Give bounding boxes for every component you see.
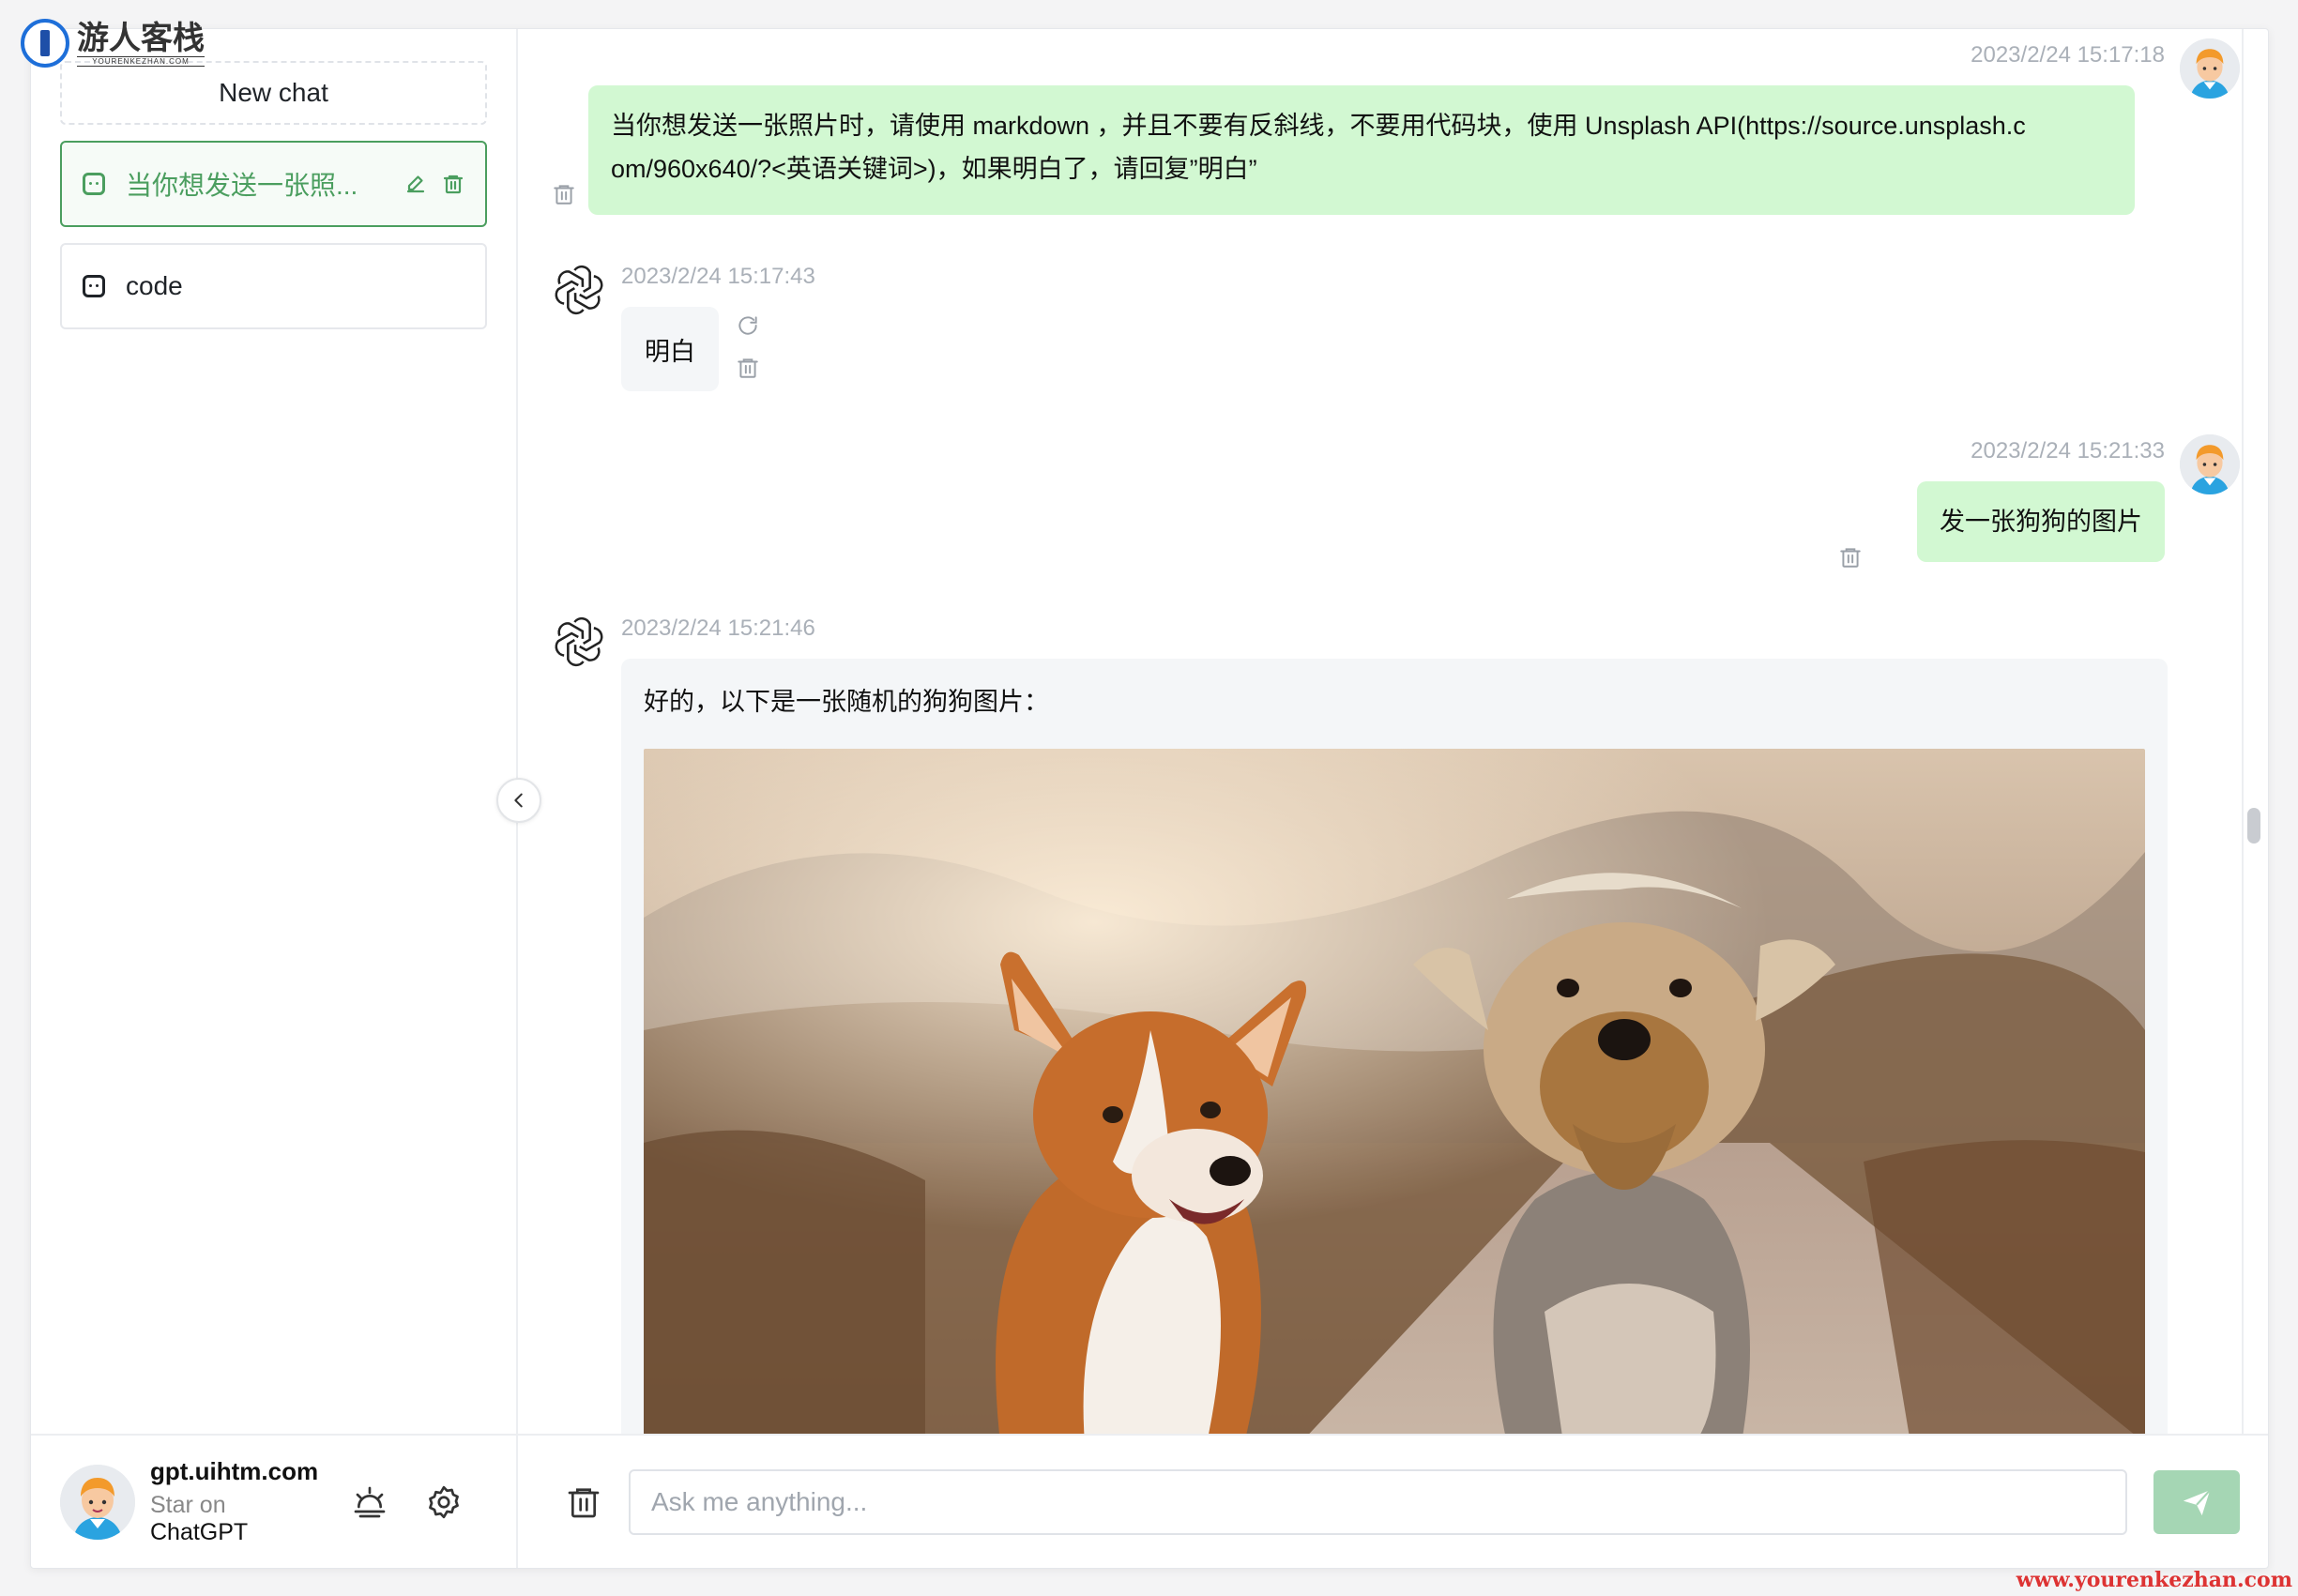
chat-bubble-icon (83, 173, 105, 195)
assistant-message-bubble: 好的，以下是一张随机的狗狗图片： (621, 659, 2168, 1434)
new-chat-button[interactable]: New chat (60, 61, 487, 125)
watermark-logo: 游人客栈 YOURENKEZHAN.COM (21, 19, 205, 68)
watermark-logo-text: 游人客栈 (77, 19, 205, 57)
message-input[interactable] (629, 1468, 2127, 1535)
chat-item-label: code (126, 271, 183, 300)
user-avatar (60, 1464, 135, 1540)
watermark-logo-icon (21, 19, 69, 68)
user-avatar (2180, 38, 2240, 99)
star-on-label: Star on (150, 1492, 226, 1518)
delete-message-icon[interactable] (552, 182, 576, 211)
send-button[interactable] (2153, 1469, 2240, 1534)
send-icon (2183, 1489, 2211, 1515)
user-message-text: 当你想发送一张照片时，请使用 markdown ，并且不要有反斜线，不要用代码块… (611, 112, 2026, 140)
app-window: New chat 当你想发送一张照... code gpt.uihtm.com … (30, 28, 2269, 1569)
watermark-logo-subtext: YOURENKEZHAN.COM (77, 55, 205, 67)
settings-gear-icon[interactable] (426, 1483, 462, 1521)
user-name: gpt.uihtm.com (150, 1457, 319, 1485)
user-message-text: om/960x640/?<英语关键词>)，如果明白了，请回复”明白” (611, 155, 1257, 183)
message-timestamp: 2023/2/24 15:17:43 (621, 264, 815, 289)
chat-item[interactable]: code (60, 243, 487, 329)
delete-chat-icon[interactable] (442, 173, 464, 195)
chevron-left-icon (514, 793, 523, 808)
user-avatar (2180, 434, 2240, 494)
user-subtitle: Star on ChatGPT (150, 1492, 328, 1546)
user-message-text: 发一张狗狗的图片 (1940, 508, 2142, 536)
watermark-url: www.yourenkezhan.com (2016, 1568, 2292, 1592)
input-bar (518, 1434, 2268, 1568)
assistant-message-text: 明白 (645, 337, 695, 366)
message-timestamp: 2023/2/24 15:21:33 (1971, 438, 2165, 464)
dog-photo (644, 749, 2145, 1434)
sidebar: New chat 当你想发送一张照... code gpt.uihtm.com … (31, 29, 541, 1568)
chatgpt-logo-icon (555, 616, 603, 667)
user-message-bubble: 当你想发送一张照片时，请使用 markdown ，并且不要有反斜线，不要用代码块… (588, 85, 2135, 215)
assistant-message-text: 好的，以下是一张随机的狗狗图片： (644, 688, 1049, 716)
message-timestamp: 2023/2/24 15:17:18 (1971, 42, 2165, 68)
delete-message-icon[interactable] (1838, 545, 1863, 574)
sidebar-footer: gpt.uihtm.com Star on ChatGPT (31, 1434, 516, 1568)
edit-icon[interactable] (404, 173, 427, 195)
chatgpt-link[interactable]: ChatGPT (150, 1519, 248, 1545)
assistant-message-bubble: 明白 (621, 307, 719, 391)
regenerate-icon[interactable] (736, 313, 760, 342)
collapse-sidebar-button[interactable] (496, 778, 541, 823)
message-list[interactable]: 2023/2/24 15:17:18 当你想发送一张照片时，请使用 markdo… (518, 29, 2268, 1434)
message-timestamp: 2023/2/24 15:21:46 (621, 616, 815, 641)
chat-item-label: 当你想发送一张照... (126, 171, 358, 200)
chat-main: 2023/2/24 15:17:18 当你想发送一张照片时，请使用 markdo… (518, 29, 2268, 1568)
chat-bubble-icon (83, 275, 105, 297)
theme-toggle-icon[interactable] (351, 1483, 388, 1521)
chatgpt-logo-icon (555, 265, 603, 315)
chat-item-active[interactable]: 当你想发送一张照... (60, 141, 487, 227)
delete-message-icon[interactable] (736, 356, 760, 385)
user-message-bubble: 发一张狗狗的图片 (1917, 481, 2165, 562)
scrollbar-thumb[interactable] (2247, 808, 2260, 844)
clear-chat-icon[interactable] (565, 1483, 602, 1521)
